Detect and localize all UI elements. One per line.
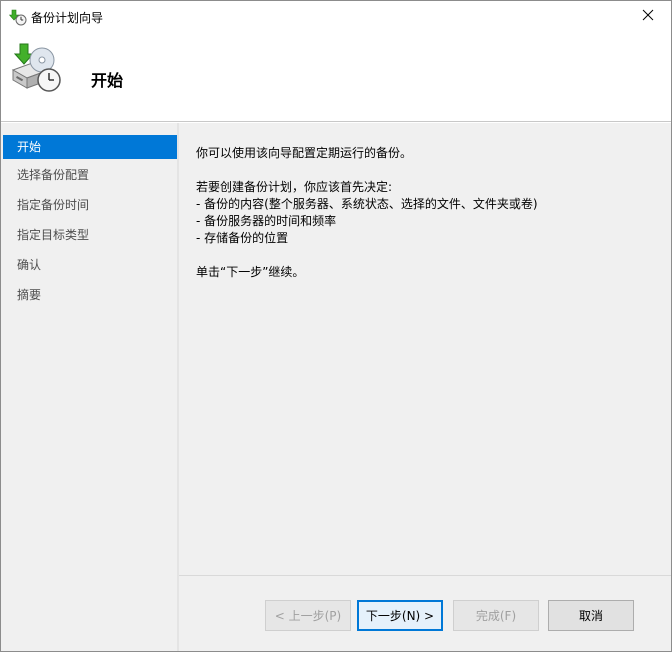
wizard-footer: < 上一步(P) 下一步(N) > 完成(F) 取消 [179, 575, 671, 651]
nav-step-start[interactable]: 开始 [3, 135, 177, 159]
cancel-button[interactable]: 取消 [548, 600, 634, 631]
close-icon [642, 9, 654, 24]
bullet-item: - 备份服务器的时间和频率 [196, 214, 337, 228]
nav-step-backup-config[interactable]: 选择备份配置 [3, 163, 177, 187]
nav-step-target-type[interactable]: 指定目标类型 [3, 223, 177, 247]
wizard-content: 你可以使用该向导配置定期运行的备份。 若要创建备份计划，你应该首先决定: - 备… [179, 123, 671, 575]
backup-schedule-icon [9, 40, 65, 96]
next-button[interactable]: 下一步(N) > [357, 600, 443, 631]
nav-step-backup-time[interactable]: 指定备份时间 [3, 193, 177, 217]
nav-step-confirm[interactable]: 确认 [3, 253, 177, 277]
title-bar: 备份计划向导 [1, 1, 671, 32]
close-button[interactable] [625, 1, 671, 32]
backup-wizard-icon [8, 8, 27, 26]
page-title: 开始 [91, 71, 124, 90]
bullet-item: - 存储备份的位置 [196, 231, 289, 245]
previous-button[interactable]: < 上一步(P) [265, 600, 351, 631]
decide-heading: 若要创建备份计划，你应该首先决定: [196, 180, 393, 194]
wizard-header: 开始 [1, 32, 671, 122]
continue-instruction: 单击“下一步”继续。 [196, 265, 305, 279]
bullet-item: - 备份的内容(整个服务器、系统状态、选择的文件、文件夹或卷) [196, 197, 538, 211]
wizard-window: 备份计划向导 开始 开始 选择备份配置 指定备份时间 指定目标类型 确认 摘要 … [0, 0, 672, 652]
finish-button[interactable]: 完成(F) [453, 600, 539, 631]
window-title: 备份计划向导 [31, 11, 104, 25]
intro-text: 你可以使用该向导配置定期运行的备份。 [196, 146, 413, 160]
nav-step-summary[interactable]: 摘要 [3, 283, 177, 307]
wizard-steps-nav: 开始 选择备份配置 指定备份时间 指定目标类型 确认 摘要 [1, 123, 177, 651]
